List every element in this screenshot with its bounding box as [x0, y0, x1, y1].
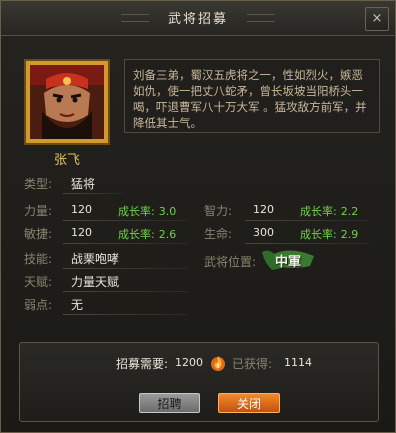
skill-value[interactable]: 战栗咆哮: [71, 250, 119, 267]
growth-label: 成长率:: [300, 228, 337, 241]
type-value: 猛将: [71, 177, 96, 191]
divider: [245, 220, 370, 221]
flame-icon: [209, 354, 227, 372]
window-title: 武将招募: [167, 12, 228, 27]
title-ornament-right: [247, 14, 275, 22]
close-button[interactable]: 关闭: [218, 393, 280, 413]
strength-value: 120: [71, 203, 92, 216]
divider: [63, 291, 188, 292]
strength-growth: 成长率: 3.0: [118, 203, 176, 219]
recruit-button[interactable]: 招聘: [139, 393, 200, 413]
agility-value: 120: [71, 226, 92, 239]
talent-value[interactable]: 力量天赋: [71, 273, 119, 290]
intelligence-label: 智力:: [204, 204, 233, 218]
title-bar[interactable]: 武将招募 ×: [1, 1, 395, 36]
divider: [245, 243, 370, 244]
life-label: 生命:: [204, 227, 233, 241]
talent-label: 天赋:: [24, 275, 53, 289]
recruit-obtained-value: 1114: [284, 356, 312, 369]
growth-label: 成长率:: [300, 205, 337, 218]
strength-growth-value: 3.0: [158, 205, 177, 218]
recruit-cost-row: 招募需要: 1200 已获得: 1114: [20, 355, 378, 375]
life-growth-value: 2.9: [340, 228, 359, 241]
skill-label: 技能:: [24, 252, 53, 266]
agility-growth: 成长率: 2.6: [118, 226, 176, 242]
agility-label: 敏捷:: [24, 227, 53, 241]
intelligence-growth: 成长率: 2.2: [300, 203, 358, 219]
position-label: 武将位置:: [204, 255, 257, 269]
recruit-obtained-label: 已获得:: [232, 357, 273, 371]
general-name: 张飞: [53, 153, 80, 168]
recruit-need-label: 招募需要:: [116, 357, 169, 371]
growth-label: 成长率:: [118, 205, 155, 218]
position-badge: 中軍: [260, 248, 316, 272]
general-portrait: [30, 65, 104, 139]
position-badge-text: 中軍: [275, 255, 302, 270]
weakness-value: 无: [71, 298, 84, 312]
type-label: 类型:: [24, 177, 53, 191]
recruit-window: 武将招募 × 张飞 刘备三弟，蜀汉五虎将之一，性如烈火，嫉恶如仇，使一把丈八蛇矛…: [0, 0, 396, 433]
life-growth: 成长率: 2.9: [300, 226, 358, 242]
divider: [63, 314, 188, 315]
general-portrait-frame: [24, 59, 110, 145]
general-description: 刘备三弟，蜀汉五虎将之一，性如烈火，嫉恶如仇，使一把丈八蛇矛，曾长坂坡当阳桥头一…: [124, 59, 380, 133]
intelligence-value: 120: [253, 203, 274, 216]
intelligence-growth-value: 2.2: [340, 205, 359, 218]
divider: [63, 268, 188, 269]
strength-label: 力量:: [24, 204, 53, 218]
weakness-label: 弱点:: [24, 298, 53, 312]
agility-growth-value: 2.6: [158, 228, 177, 241]
divider: [63, 193, 123, 194]
recruit-panel: 招募需要: 1200 已获得: 1114 招聘 关闭: [19, 342, 379, 422]
growth-label: 成长率:: [118, 228, 155, 241]
close-x-button[interactable]: ×: [365, 7, 389, 31]
life-value: 300: [253, 226, 274, 239]
recruit-need-value: 1200: [175, 356, 203, 369]
divider: [63, 220, 188, 221]
divider: [63, 243, 188, 244]
